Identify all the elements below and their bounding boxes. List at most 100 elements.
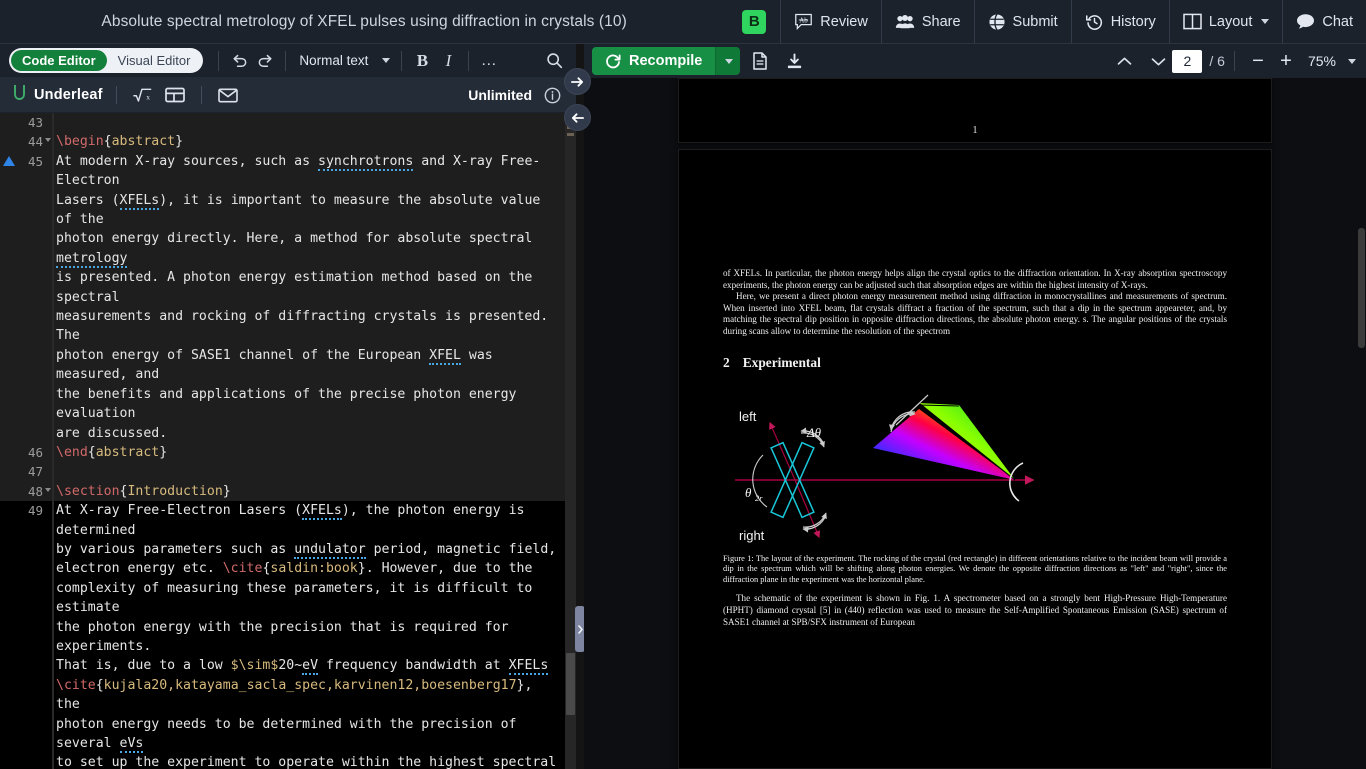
expand-left-button[interactable] <box>564 104 591 131</box>
code-line-text[interactable] <box>52 113 576 132</box>
recompile-options-button[interactable] <box>715 47 741 75</box>
history-button[interactable]: History <box>1070 0 1169 43</box>
undo-button[interactable] <box>226 48 252 74</box>
pdf-viewport[interactable]: 1 of XFELs. In particular, the photon en… <box>584 78 1366 769</box>
figure-label-left: left <box>739 409 757 424</box>
editor-toolbar: Code Editor Visual Editor Normal text B … <box>0 44 576 78</box>
code-line-text[interactable] <box>52 462 576 481</box>
figure-label-theta: θ <box>745 485 752 500</box>
more-options-button[interactable]: … <box>476 48 502 74</box>
code-line[interactable]: 44 \begin{abstract} <box>0 132 576 151</box>
review-label: Review <box>820 13 868 30</box>
table-icon[interactable] <box>162 82 188 108</box>
overleaf-app: Absolute spectral metrology of XFEL puls… <box>0 0 1366 769</box>
account-initial-badge: B <box>742 9 767 34</box>
previous-page-button[interactable] <box>1110 47 1138 75</box>
bold-button[interactable]: B <box>409 48 435 74</box>
chat-bubble-icon <box>1296 13 1315 30</box>
figure-label-delta-theta: Δθ <box>806 425 822 440</box>
page-number-input[interactable] <box>1172 49 1203 73</box>
download-pdf-button[interactable] <box>780 47 808 75</box>
math-sqrt-icon[interactable]: x <box>130 82 156 108</box>
line-number: 48 <box>0 482 52 501</box>
chevron-down-icon <box>382 58 391 63</box>
fold-arrow-icon[interactable] <box>45 138 51 143</box>
zoom-in-button[interactable]: + <box>1272 47 1300 75</box>
code-line[interactable]: 47 <box>0 462 576 481</box>
editor-scrollbar-thumb[interactable] <box>566 653 575 715</box>
submit-globe-icon <box>988 13 1006 31</box>
account-badge-button[interactable]: B <box>728 0 780 43</box>
share-button[interactable]: Share <box>880 0 974 43</box>
recompile-button[interactable]: Recompile <box>592 47 716 75</box>
zoom-out-button[interactable]: − <box>1244 47 1272 75</box>
text-style-label: Normal text <box>299 53 369 68</box>
refresh-icon <box>606 54 621 68</box>
pdf-figure-caption: Figure 1: The layout of the experiment. … <box>723 553 1227 584</box>
code-line-text[interactable]: \section{Introduction} <box>52 482 576 501</box>
expand-right-button[interactable] <box>564 68 591 95</box>
info-icon[interactable] <box>541 84 563 106</box>
chevron-down-icon <box>1261 19 1270 24</box>
review-button[interactable]: Ab Review <box>780 0 881 43</box>
pdf-paragraph: Here, we present a direct photon energy … <box>723 291 1227 336</box>
figure-label-right: right <box>739 528 765 543</box>
pdf-paragraph: of XFELs. In particular, the photon ener… <box>723 268 1227 290</box>
compile-logs-button[interactable] <box>746 47 774 75</box>
active-block-marker <box>52 113 54 769</box>
submit-button[interactable]: Submit <box>973 0 1071 43</box>
code-line[interactable]: 43 <box>0 113 576 132</box>
next-page-button[interactable] <box>1144 47 1172 75</box>
pdf-section-heading: 2 Experimental <box>679 355 1271 371</box>
page-total-label: / 6 <box>1209 53 1225 69</box>
editor-pane: Code Editor Visual Editor Normal text B … <box>0 44 576 769</box>
underleaf-divider-2 <box>200 86 202 104</box>
code-line-text[interactable]: \end{abstract} <box>52 443 576 462</box>
code-scroll-container: 43 44 \begin{abstract} 45 At modern X-ray s… <box>0 113 576 769</box>
toolbar-divider-3 <box>401 50 403 71</box>
pdf-scroll-container: 1 of XFELs. In particular, the photon en… <box>584 78 1366 769</box>
search-button[interactable] <box>541 48 567 74</box>
code-line-text[interactable]: At X-ray Free-Electron Lasers (XFELs), t… <box>52 501 576 769</box>
code-editor-area[interactable]: 43 44 \begin{abstract} 45 At modern X-ray s… <box>0 113 576 769</box>
line-number: 45 <box>0 152 52 443</box>
fold-arrow-icon[interactable] <box>45 487 51 492</box>
code-line[interactable]: 49 At X-ray Free-Electron Lasers (XFELs),… <box>0 501 576 769</box>
chat-button[interactable]: Chat <box>1282 0 1366 43</box>
pane-splitter[interactable] <box>564 44 591 769</box>
tab-code-editor[interactable]: Code Editor <box>11 50 107 71</box>
zoom-level-label: 75% <box>1307 53 1336 69</box>
warning-triangle-icon[interactable] <box>3 155 15 166</box>
svg-text:x: x <box>146 93 150 102</box>
pdf-scrollbar-thumb[interactable] <box>1358 228 1365 348</box>
layout-button[interactable]: Layout <box>1168 0 1283 43</box>
layout-label: Layout <box>1208 13 1253 30</box>
code-line[interactable]: 45 At modern X-ray sources, such as synch… <box>0 152 576 443</box>
chevron-down-icon <box>725 58 734 64</box>
page-title: Absolute spectral metrology of XFEL puls… <box>101 12 627 30</box>
chevron-down-icon <box>1348 58 1356 64</box>
italic-button[interactable]: I <box>435 48 461 74</box>
mail-icon[interactable] <box>215 82 241 108</box>
code-line-text[interactable]: \begin{abstract} <box>52 132 576 151</box>
recompile-label: Recompile <box>629 53 703 69</box>
page-1-footer-number: 1 <box>972 125 978 137</box>
line-number: 46 <box>27 444 43 460</box>
editor-scrollbar[interactable] <box>565 113 576 769</box>
share-label: Share <box>921 13 961 30</box>
zoom-level-dropdown[interactable]: 75% <box>1308 47 1356 75</box>
section-number: 2 <box>723 354 730 370</box>
tab-visual-editor[interactable]: Visual Editor <box>107 50 202 71</box>
submit-label: Submit <box>1012 13 1058 30</box>
code-line-text[interactable]: At modern X-ray sources, such as synchro… <box>52 152 576 443</box>
underleaf-logo-icon <box>13 84 26 107</box>
redo-button[interactable] <box>252 48 278 74</box>
file-logs-icon <box>753 52 768 70</box>
editor-mode-switch[interactable]: Code Editor Visual Editor <box>9 48 204 73</box>
code-line[interactable]: 48 \section{Introduction} <box>0 482 576 501</box>
pdf-scrollbar[interactable] <box>1357 78 1366 769</box>
code-line[interactable]: 46 \end{abstract} <box>0 443 576 462</box>
text-style-dropdown[interactable]: Normal text <box>293 53 394 68</box>
top-bar-title-area: Absolute spectral metrology of XFEL puls… <box>0 0 728 43</box>
